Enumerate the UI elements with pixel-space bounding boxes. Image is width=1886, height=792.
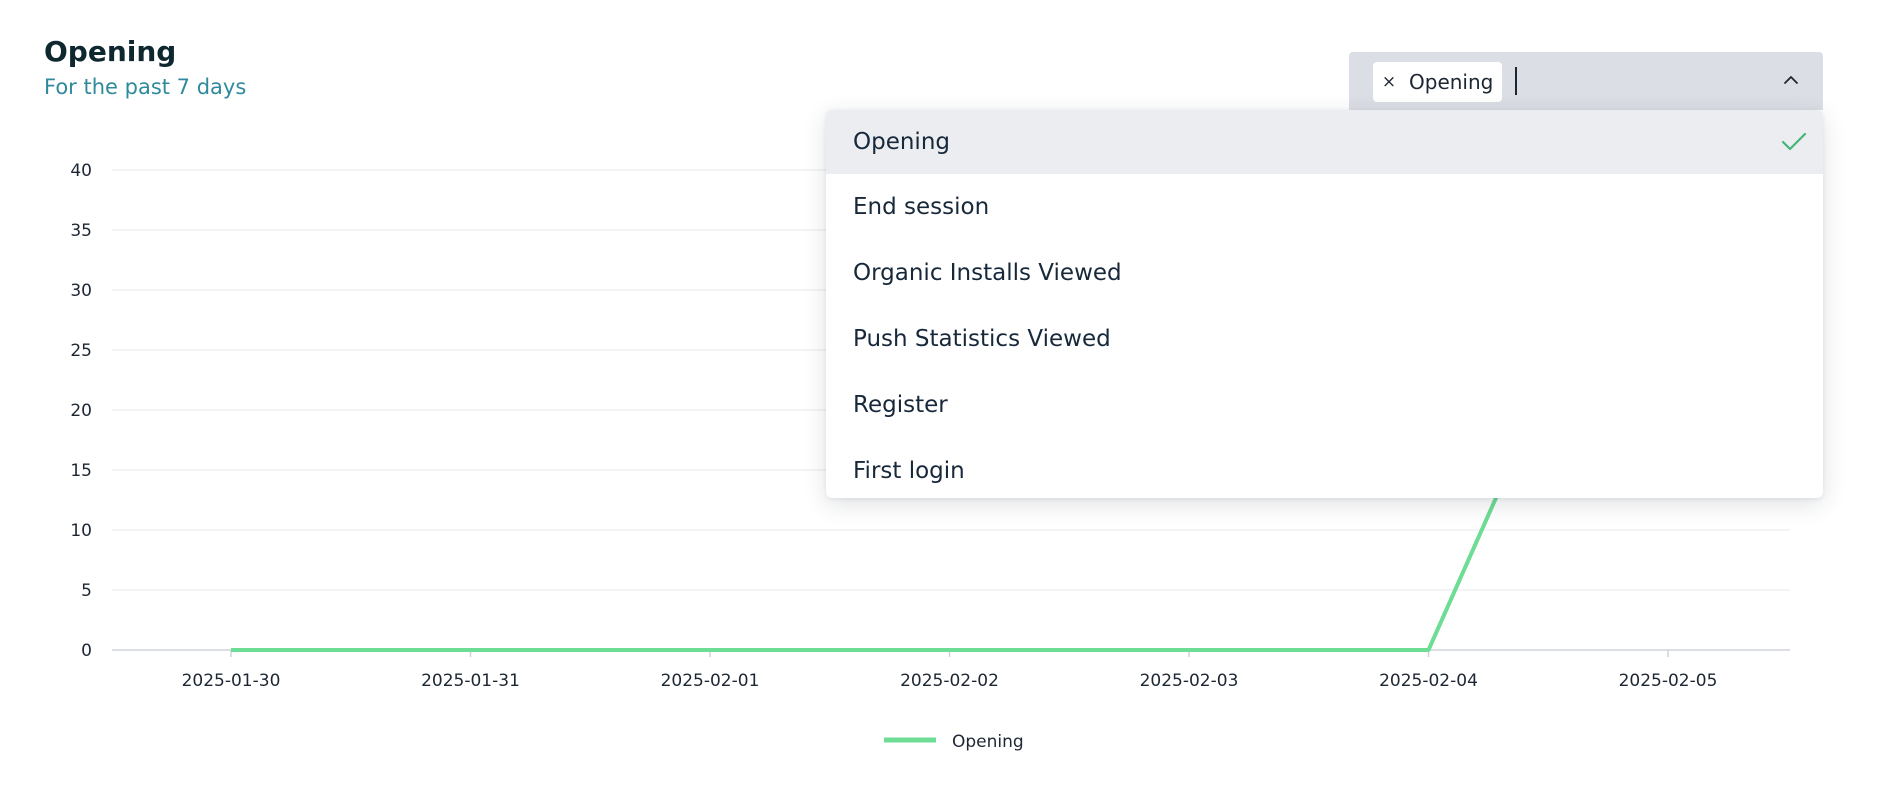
- chart-subtitle: For the past 7 days: [44, 75, 247, 99]
- y-tick-label: 0: [81, 641, 92, 661]
- y-tick-label: 10: [70, 521, 92, 541]
- option-label: Opening: [853, 129, 950, 155]
- chart-title: Opening: [44, 35, 177, 68]
- y-tick-label: 25: [70, 341, 92, 361]
- x-tick-label: 2025-01-30: [182, 671, 281, 691]
- event-multiselect[interactable]: × Opening: [1349, 52, 1823, 110]
- x-tick-label: 2025-02-01: [661, 671, 760, 691]
- option-label: Organic Installs Viewed: [853, 260, 1122, 286]
- dropdown-option-push-statistics-viewed[interactable]: Push Statistics Viewed: [826, 306, 1823, 372]
- y-tick-label: 15: [70, 461, 92, 481]
- chip-remove-button[interactable]: ×: [1381, 72, 1397, 92]
- dropdown-option-opening[interactable]: Opening: [826, 110, 1823, 174]
- option-label: Push Statistics Viewed: [853, 326, 1111, 352]
- x-tick-label: 2025-01-31: [421, 671, 520, 691]
- x-tick-label: 2025-02-05: [1619, 671, 1718, 691]
- option-label: End session: [853, 194, 990, 220]
- y-tick-label: 30: [70, 281, 92, 301]
- dropdown-option-first-login[interactable]: First login: [826, 438, 1823, 498]
- y-tick-label: 40: [70, 161, 92, 181]
- y-tick-label: 5: [81, 581, 92, 601]
- dropdown-option-register[interactable]: Register: [826, 372, 1823, 438]
- checkmark-icon: [1781, 132, 1807, 151]
- chevron-up-icon[interactable]: [1779, 68, 1803, 92]
- dropdown-option-organic-installs-viewed[interactable]: Organic Installs Viewed: [826, 240, 1823, 306]
- x-tick-label: 2025-02-04: [1379, 671, 1478, 691]
- x-tick-label: 2025-02-02: [900, 671, 999, 691]
- text-cursor: [1515, 67, 1517, 95]
- chart-header: Opening For the past 7 days: [44, 34, 246, 102]
- option-label: First login: [853, 458, 965, 484]
- event-dropdown-menu: Opening End session Organic Installs Vie…: [826, 110, 1823, 498]
- y-tick-label: 35: [70, 221, 92, 241]
- chip-label: Opening: [1409, 70, 1494, 94]
- legend-label-opening: Opening: [952, 732, 1024, 752]
- option-label: Register: [853, 392, 948, 418]
- dropdown-option-end-session[interactable]: End session: [826, 174, 1823, 240]
- x-tick-label: 2025-02-03: [1140, 671, 1239, 691]
- selected-event-chip: × Opening: [1373, 62, 1503, 102]
- y-tick-label: 20: [70, 401, 92, 421]
